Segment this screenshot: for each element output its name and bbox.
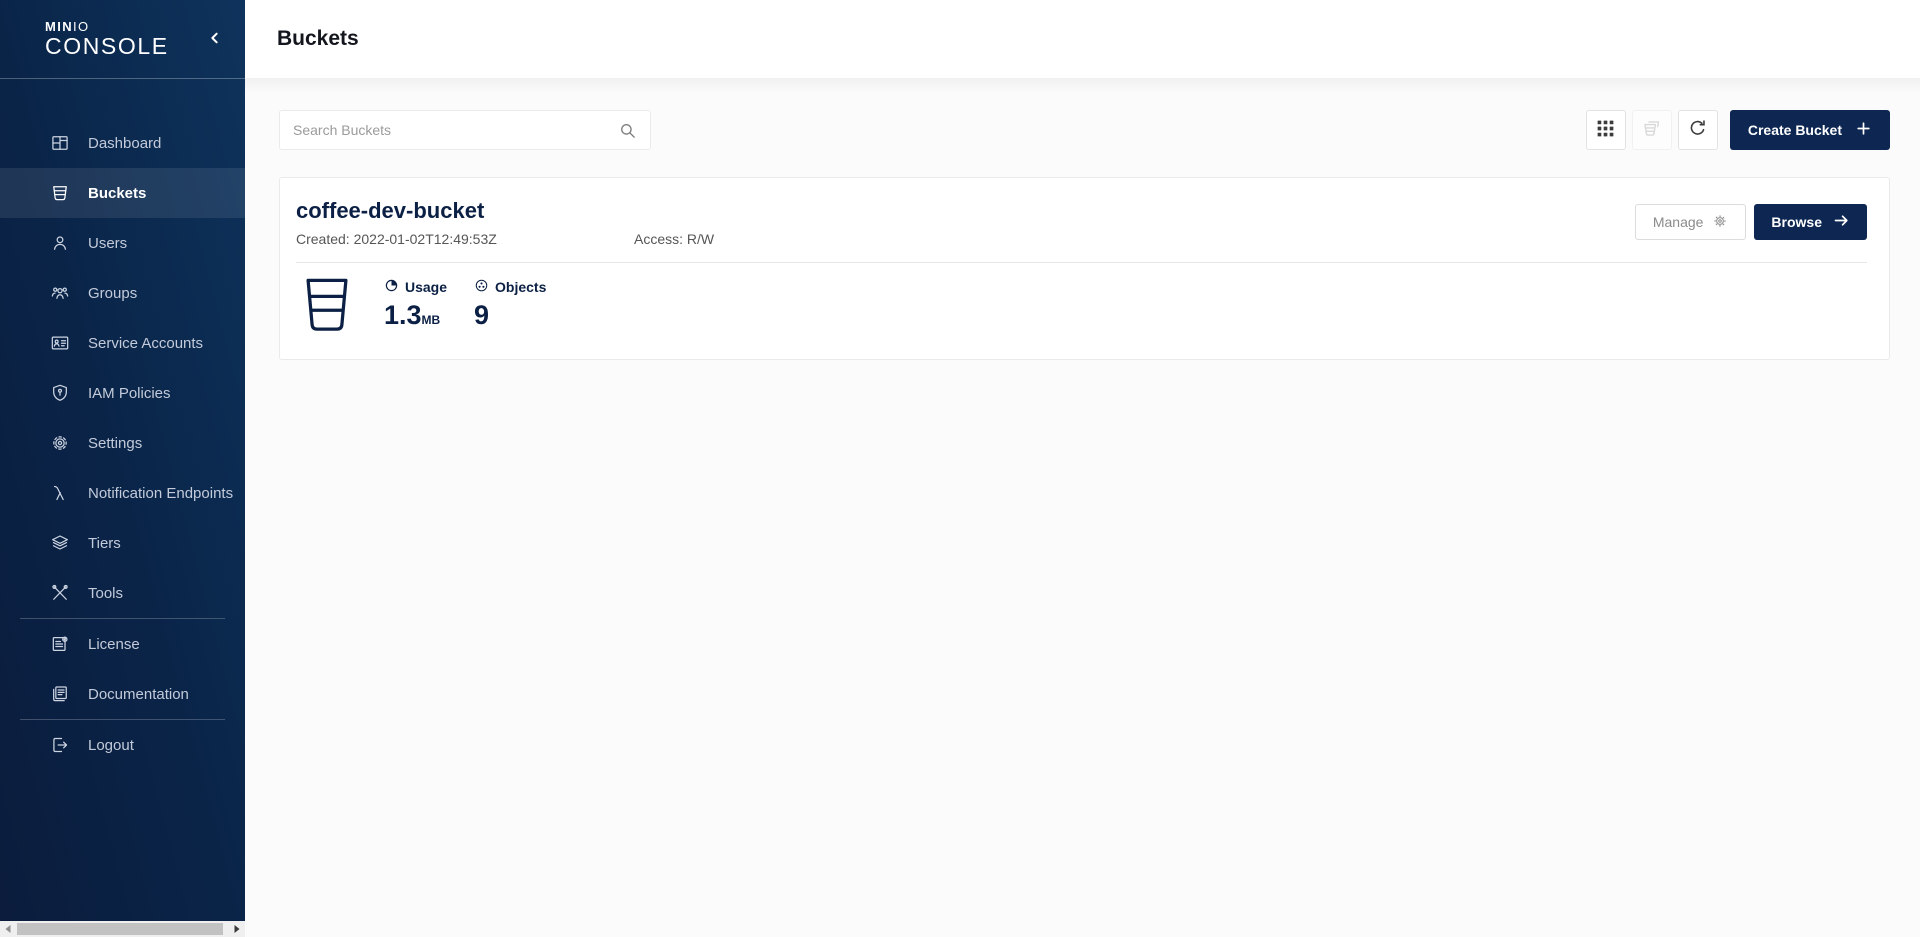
bucket-created-date: Created: 2022-01-02T12:49:53Z bbox=[296, 231, 634, 247]
sidebar-item-label: Dashboard bbox=[88, 135, 161, 152]
sidebar-item-label: Documentation bbox=[88, 686, 189, 703]
sidebar-item-groups[interactable]: Groups bbox=[0, 268, 245, 318]
sidebar-item-label: Service Accounts bbox=[88, 335, 203, 352]
sidebar-logo-row: MINIO CONSOLE bbox=[0, 0, 245, 79]
usage-value: 1.3 bbox=[384, 300, 422, 330]
minio-console-logo: MINIO CONSOLE bbox=[45, 20, 169, 58]
scrollbar-thumb[interactable] bbox=[17, 923, 223, 935]
usage-stat: Usage 1.3MB bbox=[384, 278, 454, 331]
logout-icon bbox=[48, 733, 72, 757]
usage-pie-icon bbox=[384, 278, 399, 296]
sidebar-item-label: Groups bbox=[88, 285, 137, 302]
search-icon bbox=[618, 121, 637, 140]
arrow-right-icon bbox=[1833, 212, 1850, 232]
bucket-card: coffee-dev-bucket Created: 2022-01-02T12… bbox=[279, 177, 1890, 360]
usage-label: Usage bbox=[405, 279, 447, 295]
sidebar-item-iam-policies[interactable]: IAM Policies bbox=[0, 368, 245, 418]
scrollbar-right-arrow-icon[interactable] bbox=[232, 924, 242, 934]
gear-icon bbox=[1712, 213, 1728, 232]
sidebar-item-label: Tools bbox=[88, 585, 123, 602]
sidebar-item-label: Buckets bbox=[88, 185, 146, 202]
objects-circle-icon bbox=[474, 278, 489, 296]
settings-icon bbox=[48, 431, 72, 455]
page-header: Buckets bbox=[245, 0, 1920, 79]
grid-view-button[interactable] bbox=[1586, 110, 1626, 150]
groups-icon bbox=[48, 281, 72, 305]
sidebar-item-notification-endpoints[interactable]: Notification Endpoints bbox=[0, 468, 245, 518]
toolbar-actions: Create Bucket bbox=[1586, 110, 1890, 150]
sidebar-collapse-button[interactable] bbox=[203, 27, 227, 51]
sidebar-item-license[interactable]: License bbox=[0, 619, 245, 669]
dashboard-icon bbox=[48, 131, 72, 155]
sidebar-item-service-accounts[interactable]: Service Accounts bbox=[0, 318, 245, 368]
objects-label: Objects bbox=[495, 279, 546, 295]
search-input[interactable] bbox=[293, 122, 618, 138]
bucket-icon bbox=[306, 278, 348, 333]
iam-policies-icon bbox=[48, 381, 72, 405]
sidebar-item-label: Logout bbox=[88, 737, 134, 754]
sidebar-item-label: Tiers bbox=[88, 535, 121, 552]
bucket-card-info: coffee-dev-bucket Created: 2022-01-02T12… bbox=[296, 198, 714, 247]
service-accounts-icon bbox=[48, 331, 72, 355]
grid-view-icon bbox=[1595, 118, 1616, 142]
bucket-card-actions: Manage Browse bbox=[1635, 198, 1867, 240]
bucket-access: Access: R/W bbox=[634, 231, 714, 247]
plus-icon bbox=[1855, 120, 1872, 140]
minio-console-app: MINIO CONSOLE Dashboard Buckets Users Group… bbox=[0, 0, 1920, 937]
chevron-left-icon bbox=[207, 30, 223, 49]
page-title: Buckets bbox=[277, 27, 359, 51]
horizontal-scrollbar[interactable] bbox=[0, 921, 245, 937]
list-view-button[interactable] bbox=[1632, 110, 1672, 150]
documentation-icon bbox=[48, 682, 72, 706]
sidebar-item-buckets[interactable]: Buckets bbox=[0, 168, 245, 218]
bucket-name: coffee-dev-bucket bbox=[296, 198, 714, 224]
sidebar-item-documentation[interactable]: Documentation bbox=[0, 669, 245, 719]
content-area: Create Bucket coffee-dev-bucket Created:… bbox=[245, 79, 1920, 937]
sidebar-item-users[interactable]: Users bbox=[0, 218, 245, 268]
buckets-toolbar: Create Bucket bbox=[279, 110, 1890, 150]
logo-console-text: CONSOLE bbox=[45, 35, 169, 58]
sidebar-item-label: Notification Endpoints bbox=[88, 485, 233, 502]
users-icon bbox=[48, 231, 72, 255]
tiers-icon bbox=[48, 531, 72, 555]
sidebar-item-logout[interactable]: Logout bbox=[0, 720, 245, 770]
sidebar-item-label: Settings bbox=[88, 435, 142, 452]
objects-stat: Objects 9 bbox=[474, 278, 546, 331]
scrollbar-left-arrow-icon[interactable] bbox=[3, 924, 13, 934]
sidebar-item-label: Users bbox=[88, 235, 127, 252]
objects-value: 9 bbox=[474, 300, 546, 331]
sidebar-item-tools[interactable]: Tools bbox=[0, 568, 245, 618]
search-box bbox=[279, 110, 651, 150]
license-icon bbox=[48, 632, 72, 656]
sidebar-item-label: License bbox=[88, 636, 140, 653]
buckets-icon bbox=[48, 181, 72, 205]
sidebar-item-label: IAM Policies bbox=[88, 385, 171, 402]
main-area: Buckets bbox=[245, 0, 1920, 937]
list-view-icon bbox=[1641, 118, 1662, 142]
sidebar-menu: Dashboard Buckets Users Groups Service Accou… bbox=[0, 118, 245, 770]
browse-button[interactable]: Browse bbox=[1754, 204, 1867, 240]
logo-minio-text: MINIO bbox=[45, 20, 169, 33]
create-bucket-button[interactable]: Create Bucket bbox=[1730, 110, 1890, 150]
refresh-icon bbox=[1687, 118, 1708, 142]
manage-button[interactable]: Manage bbox=[1635, 204, 1747, 240]
sidebar-item-tiers[interactable]: Tiers bbox=[0, 518, 245, 568]
sidebar-item-dashboard[interactable]: Dashboard bbox=[0, 118, 245, 168]
notification-endpoints-icon bbox=[48, 481, 72, 505]
sidebar-item-settings[interactable]: Settings bbox=[0, 418, 245, 468]
tools-icon bbox=[48, 581, 72, 605]
refresh-button[interactable] bbox=[1678, 110, 1718, 150]
usage-unit: MB bbox=[422, 313, 441, 327]
sidebar: MINIO CONSOLE Dashboard Buckets Users Group… bbox=[0, 0, 245, 937]
